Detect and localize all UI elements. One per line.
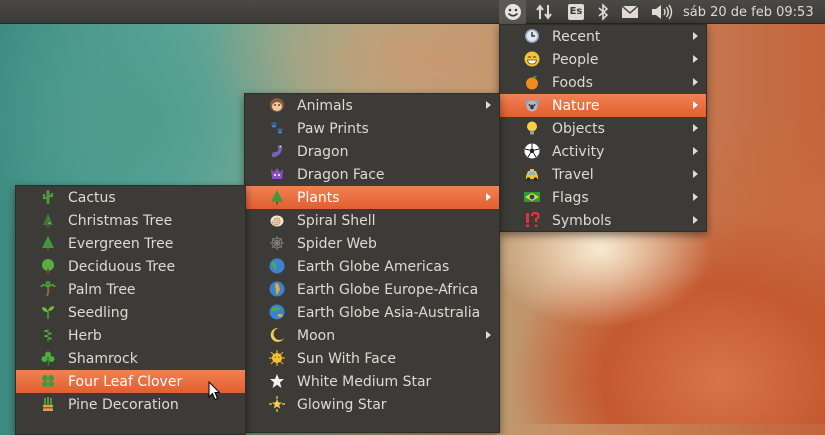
koala-icon [524, 97, 540, 113]
network-transfer-icon[interactable] [532, 0, 556, 24]
menu-item-earth-globe-americas[interactable]: Earth Globe Americas [245, 255, 499, 278]
keyboard-layout-label: Es [567, 4, 585, 20]
submenu-arrow-icon [693, 193, 698, 201]
taxi-icon [524, 166, 540, 182]
mouse-pointer-icon [208, 381, 220, 401]
crescent-moon-icon [269, 327, 285, 343]
top-panel: Es sáb 20 de feb 09:53 [0, 0, 825, 24]
menu-item-dragon[interactable]: Dragon [245, 140, 499, 163]
menu-item-moon[interactable]: Moon [245, 324, 499, 347]
menu-item-animals[interactable]: Animals [245, 94, 499, 117]
spider-web-icon [269, 235, 285, 251]
evergreen-tree-icon [40, 235, 56, 251]
menu-item-flags[interactable]: Flags [500, 186, 706, 209]
tangerine-icon [524, 74, 540, 90]
submenu-arrow-icon [486, 331, 491, 339]
menu-item-objects[interactable]: Objects [500, 117, 706, 140]
menu-item-white-medium-star[interactable]: White Medium Star [245, 370, 499, 393]
emoji-categories-menu: Recent People Foods Nature Objects Activ… [499, 24, 707, 232]
menu-item-palm-tree[interactable]: Palm Tree [16, 278, 245, 301]
menu-item-symbols[interactable]: Symbols [500, 209, 706, 232]
submenu-arrow-icon [693, 78, 698, 86]
dragon-face-icon [269, 166, 285, 182]
menu-item-evergreen-tree[interactable]: Evergreen Tree [16, 232, 245, 255]
menu-item-earth-globe-asia-australia[interactable]: Earth Globe Asia-Australia [245, 301, 499, 324]
menu-item-seedling[interactable]: Seedling [16, 301, 245, 324]
menu-item-christmas-tree[interactable]: Christmas Tree [16, 209, 245, 232]
menu-item-plants[interactable]: Plants [245, 186, 499, 209]
grinning-face-icon [524, 51, 540, 67]
menu-item-foods[interactable]: Foods [500, 71, 706, 94]
submenu-arrow-icon [693, 32, 698, 40]
submenu-arrow-icon [693, 55, 698, 63]
white-medium-star-icon [269, 373, 285, 389]
clock-icon [524, 28, 540, 44]
earth-globe-americas-icon [269, 258, 285, 274]
sun-with-face-icon [269, 350, 285, 366]
menu-item-cactus[interactable]: Cactus [16, 186, 245, 209]
menu-item-herb[interactable]: Herb [16, 324, 245, 347]
menu-item-earth-globe-europe-africa[interactable]: Earth Globe Europe-Africa [245, 278, 499, 301]
emoji-indicator-icon[interactable] [499, 0, 526, 24]
deciduous-tree-icon [40, 258, 56, 274]
mail-icon[interactable] [619, 0, 641, 24]
menu-item-people[interactable]: People [500, 48, 706, 71]
submenu-arrow-icon [693, 101, 698, 109]
palm-tree-icon [40, 281, 56, 297]
clock-text: sáb 20 de feb 09:53 [683, 4, 814, 20]
bluetooth-icon[interactable] [594, 0, 612, 24]
glowing-star-icon [269, 396, 285, 412]
submenu-arrow-icon [486, 193, 491, 201]
pine-decoration-icon [40, 396, 56, 412]
menu-item-dragon-face[interactable]: Dragon Face [245, 163, 499, 186]
menu-item-paw-prints[interactable]: Paw Prints [245, 117, 499, 140]
brazil-flag-icon [524, 189, 540, 205]
seedling-icon [40, 304, 56, 320]
tree-icon [269, 189, 285, 205]
menu-item-spider-web[interactable]: Spider Web [245, 232, 499, 255]
submenu-arrow-icon [693, 147, 698, 155]
paw-prints-icon [269, 120, 285, 136]
light-bulb-icon [524, 120, 540, 136]
menu-item-glowing-star[interactable]: Glowing Star [245, 393, 499, 416]
spiral-shell-icon [269, 212, 285, 228]
four-leaf-clover-icon [40, 373, 56, 389]
herb-icon [40, 327, 56, 343]
earth-globe-europe-africa-icon [269, 281, 285, 297]
menu-item-deciduous-tree[interactable]: Deciduous Tree [16, 255, 245, 278]
menu-item-activity[interactable]: Activity [500, 140, 706, 163]
menu-item-spiral-shell[interactable]: Spiral Shell [245, 209, 499, 232]
menu-item-travel[interactable]: Travel [500, 163, 706, 186]
cactus-icon [40, 189, 56, 205]
submenu-arrow-icon [693, 216, 698, 224]
menu-item-sun-with-face[interactable]: Sun With Face [245, 347, 499, 370]
exclamation-question-icon [524, 212, 540, 228]
christmas-tree-icon [40, 212, 56, 228]
submenu-arrow-icon [486, 101, 491, 109]
dragon-icon [269, 143, 285, 159]
submenu-arrow-icon [693, 124, 698, 132]
monkey-face-icon [269, 97, 285, 113]
shamrock-icon [40, 350, 56, 366]
menu-item-shamrock[interactable]: Shamrock [16, 347, 245, 370]
nature-submenu: Animals Paw Prints Dragon Dragon Face Pl… [244, 93, 500, 433]
earth-globe-asia-australia-icon [269, 304, 285, 320]
menu-item-recent[interactable]: Recent [500, 25, 706, 48]
menu-item-nature[interactable]: Nature [500, 94, 706, 117]
soccer-ball-icon [524, 143, 540, 159]
clock-indicator[interactable]: sáb 20 de feb 09:53 [683, 0, 823, 24]
keyboard-layout-indicator[interactable]: Es [566, 0, 586, 24]
submenu-arrow-icon [693, 170, 698, 178]
volume-icon[interactable] [649, 0, 675, 24]
